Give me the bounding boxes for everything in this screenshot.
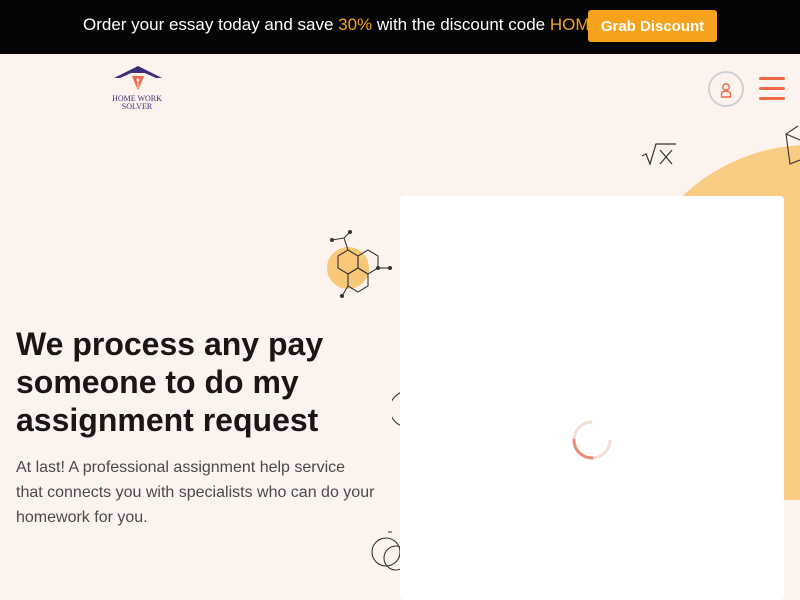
promo-text-before: Order your essay today and save	[83, 15, 339, 34]
promo-bar: Order your essay today and save 30% with…	[0, 0, 800, 54]
promo-text: Order your essay today and save 30% with…	[83, 15, 601, 35]
logo-text: Home Work Solver	[100, 95, 174, 111]
loading-spinner-icon	[572, 420, 612, 460]
menu-line-middle	[759, 87, 785, 90]
sqrt-x-icon	[641, 143, 676, 166]
hamburger-menu-icon[interactable]	[759, 77, 785, 101]
geometry-cube-icon	[785, 125, 800, 165]
hero-headline: We process any pay someone to do my assi…	[16, 326, 324, 438]
menu-line-top	[759, 77, 785, 80]
promo-text-middle: with the discount code	[372, 15, 550, 34]
order-form-card	[400, 196, 784, 600]
logo-text-line2: Solver	[121, 102, 153, 111]
menu-line-bottom	[759, 97, 785, 100]
logo-pen-roof-icon	[114, 66, 162, 90]
logo[interactable]: Home Work Solver	[100, 64, 176, 114]
molecule-hexagon-icon	[327, 230, 392, 298]
venn-circles-icon	[371, 531, 402, 571]
promo-discount: 30%	[338, 15, 373, 34]
hero-lead-text: At last! A professional assignment help …	[16, 459, 375, 526]
grab-discount-button[interactable]: Grab Discount	[588, 10, 717, 42]
user-icon	[720, 83, 732, 98]
user-account-button[interactable]	[708, 71, 744, 107]
